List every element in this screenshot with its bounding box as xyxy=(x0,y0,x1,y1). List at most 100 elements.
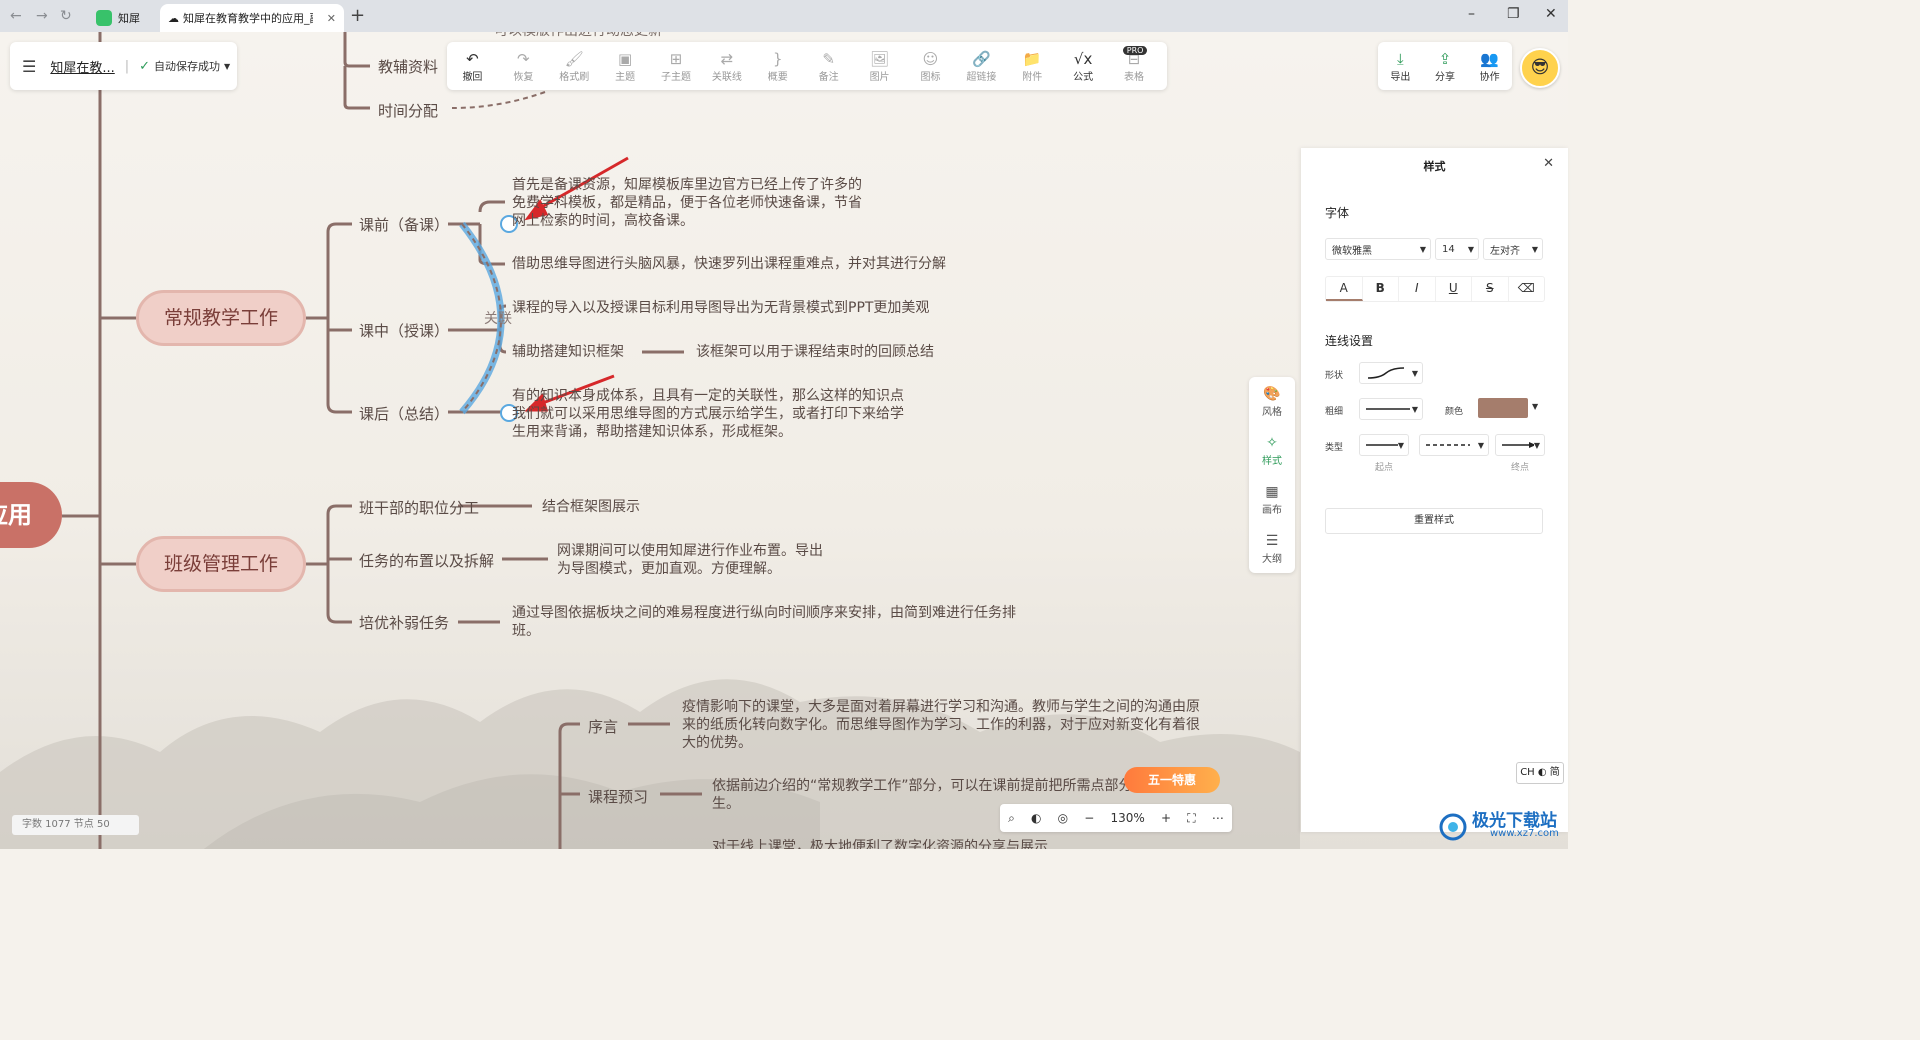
relation-label[interactable]: 关联 xyxy=(484,308,512,328)
note-review-summary[interactable]: 该框架可以用于课程结束时的回顾总结 xyxy=(696,343,934,361)
node-in-class[interactable]: 课中（授课） xyxy=(359,320,449,341)
note-knowledge-system[interactable]: 有的知识本身成体系，且具有一定的关联性，那么这样的知识点我们就可以采用思维导图的… xyxy=(512,387,917,441)
forward-icon[interactable]: → xyxy=(36,8,48,24)
note-framework-display[interactable]: 结合框架图展示 xyxy=(542,498,640,516)
note-preface[interactable]: 疫情影响下的课堂，大多是面对着屏幕进行学习和沟通。教师与学生之间的沟通由原来的纸… xyxy=(682,698,1208,752)
line-shape-select[interactable]: ▼ xyxy=(1359,362,1423,384)
font-color-button[interactable]: A xyxy=(1326,277,1363,301)
toolbar-summary-button[interactable]: } 概要 xyxy=(752,42,803,90)
watermark-url: www.xz7.com xyxy=(1490,828,1559,839)
italic-button[interactable]: I xyxy=(1399,277,1436,301)
toolbar-relation-button[interactable]: ⇄ 关联线 xyxy=(701,42,752,90)
toolbar-label: 主题 xyxy=(615,71,636,83)
line-dash-select[interactable]: ▼ xyxy=(1419,434,1489,456)
side-canvas-button[interactable]: ▦ 画布 xyxy=(1249,475,1295,524)
style-panel: 样式 ✕ 字体 微软雅黑 ▼ 14 ▼ 左对齐 ▼ A B I U S ⌫ 连线设置 形状 ▼ … xyxy=(1301,148,1568,832)
line-color-swatch[interactable] xyxy=(1478,398,1528,418)
node-teaching-materials[interactable]: 教辅资料 xyxy=(378,56,438,77)
toolbar-note-button[interactable]: ✎ 备注 xyxy=(803,42,854,90)
site-watermark: 极光下载站 www.xz7.com xyxy=(1438,806,1564,846)
chevron-down-icon[interactable]: ▼ xyxy=(224,62,230,71)
ime-indicator[interactable]: CH ◐ 简 xyxy=(1516,762,1564,784)
chevron-down-icon: ▼ xyxy=(1467,244,1474,254)
node-tutoring-tasks[interactable]: 培优补弱任务 xyxy=(359,612,449,633)
promo-badge[interactable]: 五一特惠 xyxy=(1124,767,1220,793)
align-select[interactable]: 左对齐 ▼ xyxy=(1483,238,1543,260)
doc-title[interactable]: 知犀在教... xyxy=(50,57,114,76)
mouse-icon[interactable]: ◐ xyxy=(1031,811,1041,825)
node-preview[interactable]: 课程预习 xyxy=(588,786,648,807)
link-icon: 🔗 xyxy=(972,49,991,68)
zoom-in-button[interactable]: + xyxy=(1161,811,1171,825)
tab-document[interactable]: ☁ 知犀在教育教学中的应用_副本 ✕ xyxy=(160,4,344,32)
locate-icon[interactable]: ◎ xyxy=(1058,811,1068,825)
line-end-select[interactable]: ▼ xyxy=(1495,434,1545,456)
more-icon[interactable]: ⋯ xyxy=(1212,811,1224,825)
toolbar-emoji-button[interactable]: ☺ 图标 xyxy=(905,42,956,90)
note-scheduling[interactable]: 通过导图依据板块之间的难易程度进行纵向时间顺序来安排，由简到难进行任务排班。 xyxy=(512,604,1038,640)
node-preface[interactable]: 序言 xyxy=(588,716,618,737)
reload-icon[interactable]: ↻ xyxy=(60,8,72,24)
toolbar-subtopic-button[interactable]: ⊞ 子主题 xyxy=(651,42,702,90)
line-start-select[interactable]: ▼ xyxy=(1359,434,1409,456)
underline-button[interactable]: U xyxy=(1436,277,1472,301)
toolbar-attachment-button[interactable]: 📁 附件 xyxy=(1007,42,1058,90)
toolbar-formula-button[interactable]: √x 公式 xyxy=(1058,42,1109,90)
node-regular-teaching[interactable]: 常规教学工作 xyxy=(136,290,306,346)
note-online-class[interactable]: 对于线上课堂，极大地便利了数字化资源的分享与展示 xyxy=(712,838,1238,849)
save-status[interactable]: 自动保存成功 xyxy=(154,58,220,74)
zoom-out-button[interactable]: − xyxy=(1084,811,1094,825)
node-time-allocation[interactable]: 时间分配 xyxy=(378,100,438,121)
menu-icon[interactable]: ☰ xyxy=(22,57,36,76)
cut-node-text: 可以模版作出进行动态更新 xyxy=(494,32,662,40)
minimize-button[interactable]: – xyxy=(1468,6,1475,22)
collab-button[interactable]: 👥 协作 xyxy=(1467,42,1512,90)
side-palette-button[interactable]: 🎨 风格 xyxy=(1249,377,1295,426)
toolbar-link-button[interactable]: 🔗 超链接 xyxy=(956,42,1007,90)
close-panel-icon[interactable]: ✕ xyxy=(1543,156,1554,171)
toolbar-undo-button[interactable]: ↶ 撤回 xyxy=(447,42,498,90)
line-thickness-select[interactable]: ▼ xyxy=(1359,398,1423,420)
reset-style-button[interactable]: 重置样式 xyxy=(1325,508,1543,534)
node-after-class[interactable]: 课后（总结） xyxy=(359,403,449,424)
side-style-button[interactable]: ✧ 样式 xyxy=(1249,426,1295,475)
font-size-select[interactable]: 14 ▼ xyxy=(1435,238,1479,260)
toolbar-topic-button[interactable]: ▣ 主题 xyxy=(600,42,651,90)
toolbar-label: 图标 xyxy=(920,71,941,83)
export-button[interactable]: ⤓ 导出 xyxy=(1378,42,1423,90)
note-prep-resources[interactable]: 首先是备课资源，知犀模板库里边官方已经上传了许多的免费学科模板，都是精品，便于各… xyxy=(512,176,872,230)
node-class-cadres[interactable]: 班干部的职位分工 xyxy=(359,497,479,518)
close-tab-icon[interactable]: ✕ xyxy=(327,12,336,25)
clear-format-button[interactable]: ⌫ xyxy=(1509,277,1545,301)
search-icon[interactable]: ⌕ xyxy=(1008,811,1015,826)
fit-screen-icon[interactable]: ⛶ xyxy=(1187,811,1195,826)
chevron-down-icon[interactable]: ▼ xyxy=(1532,402,1538,411)
share-button[interactable]: ⇪ 分享 xyxy=(1423,42,1468,90)
note-ppt-export[interactable]: 课程的导入以及授课目标利用导图导出为无背景模式到PPT更加美观 xyxy=(512,299,929,317)
note-knowledge-framework[interactable]: 辅助搭建知识框架 xyxy=(512,343,624,361)
side-outline-button[interactable]: ☰ 大纲 xyxy=(1249,524,1295,573)
chevron-down-icon: ▼ xyxy=(1531,244,1538,254)
shape-label: 形状 xyxy=(1325,371,1344,381)
font-section-title: 字体 xyxy=(1325,206,1350,220)
node-class-management[interactable]: 班级管理工作 xyxy=(136,536,306,592)
back-icon[interactable]: ← xyxy=(10,8,22,24)
maximize-button[interactable]: ❐ xyxy=(1507,6,1520,22)
note-homework[interactable]: 网课期间可以使用知犀进行作业布置。导出为导图模式，更加直观。方便理解。 xyxy=(557,542,827,578)
toolbar-label: 撤回 xyxy=(462,71,483,83)
font-family-select[interactable]: 微软雅黑 ▼ xyxy=(1325,238,1431,260)
avatar[interactable]: 😎 xyxy=(1520,48,1560,88)
close-window-button[interactable]: ✕ xyxy=(1545,6,1557,22)
node-task-assignment[interactable]: 任务的布置以及拆解 xyxy=(359,550,494,571)
tab-app[interactable]: 知犀 xyxy=(90,4,160,32)
bold-button[interactable]: B xyxy=(1363,277,1399,301)
strikethrough-button[interactable]: S xyxy=(1472,277,1509,301)
toolbar-image-button[interactable]: 🖼 图片 xyxy=(854,42,905,90)
new-tab-button[interactable]: + xyxy=(350,5,365,26)
pro-badge: PRO xyxy=(1122,46,1148,55)
toolbar-format-brush-button[interactable]: 🖌 格式刷 xyxy=(549,42,600,90)
note-brainstorm[interactable]: 借助思维导图进行头脑风暴，快速罗列出课程重难点，并对其进行分解 xyxy=(512,255,946,273)
toolbar-table-button[interactable]: ⊟ 表格 PRO xyxy=(1109,42,1160,90)
toolbar-redo-button[interactable]: ↷ 恢复 xyxy=(498,42,549,90)
node-before-class[interactable]: 课前（备课） xyxy=(359,214,449,235)
